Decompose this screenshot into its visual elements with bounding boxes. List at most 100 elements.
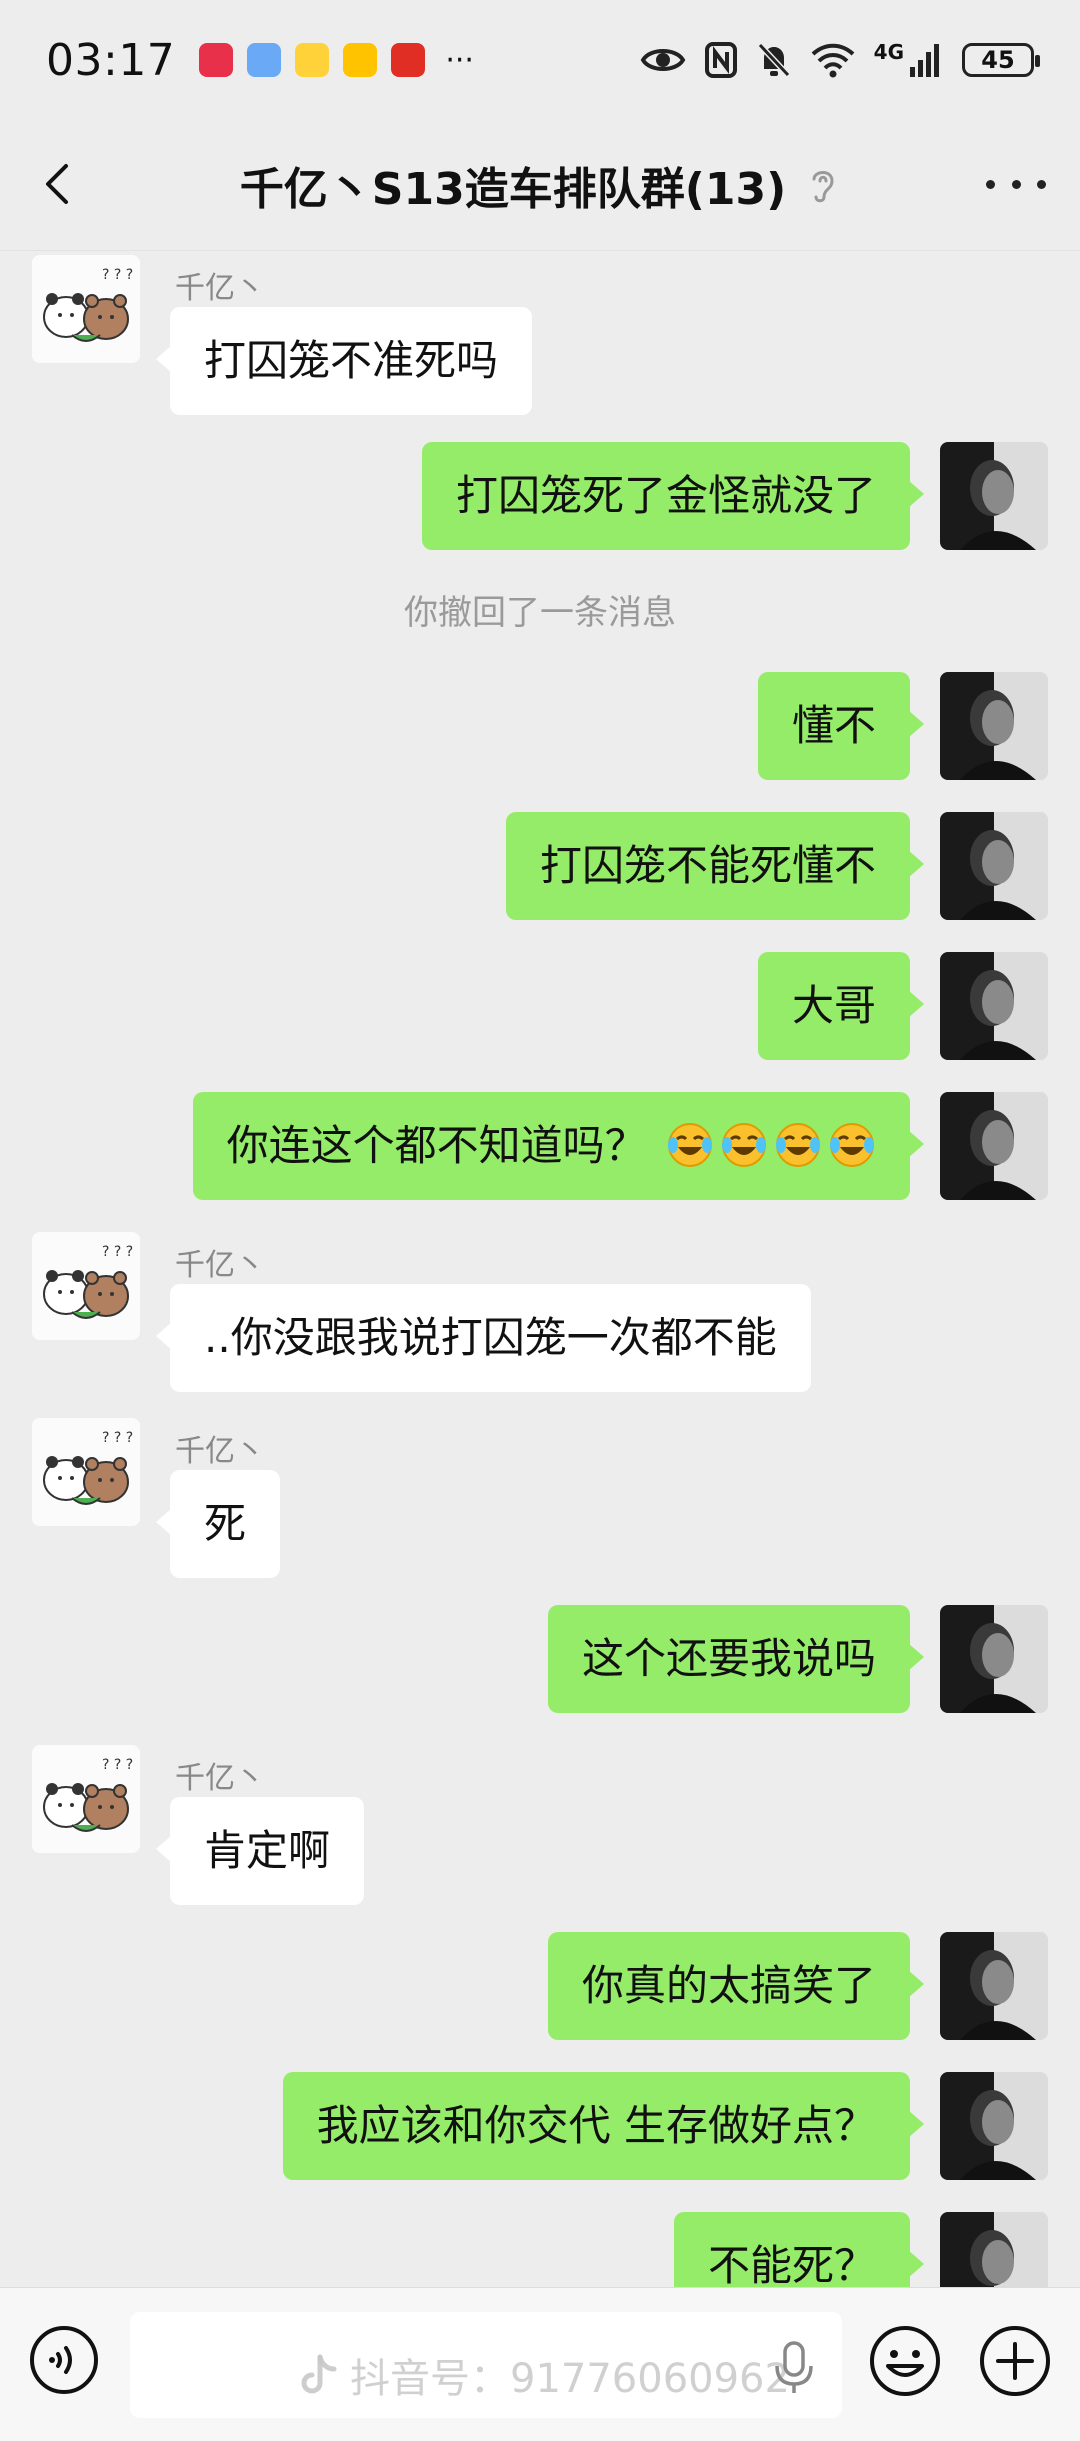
message-row: ? ? ? 千亿丶 打囚笼不准死吗 xyxy=(0,255,1080,425)
chat-header: 千亿丶S13造车排队群(13) xyxy=(0,120,1080,251)
sender-avatar[interactable]: ? ? ? xyxy=(32,1232,140,1340)
message-bubble-sent[interactable]: 你连这个都不知道吗？ xyxy=(192,1092,925,1200)
pinduoduo-icon xyxy=(391,43,426,77)
emoji-picker-icon[interactable] xyxy=(868,2324,942,2398)
ear-mode-icon xyxy=(812,171,834,203)
wifi-icon xyxy=(811,43,855,78)
bear-sticker-avatar-icon: ? ? ? xyxy=(32,1232,140,1340)
self-avatar[interactable] xyxy=(940,1605,1048,1713)
portrait-avatar-icon xyxy=(940,1092,1048,1200)
message-bubble-sent[interactable]: 打囚笼不能死懂不 xyxy=(505,812,925,920)
chat-title-wrapper: 千亿丶S13造车排队群(13) xyxy=(240,153,840,217)
sender-avatar[interactable]: ? ? ? xyxy=(32,1745,140,1853)
status-right: 4G 45 xyxy=(640,40,1040,79)
message-text: 打囚笼不能死懂不 xyxy=(539,841,876,890)
video-app-icon xyxy=(295,43,330,77)
face-with-tears-of-joy-icon xyxy=(668,1122,712,1167)
meituan-icon xyxy=(343,43,378,77)
message-bubble-sent[interactable]: 这个还要我说吗 xyxy=(547,1605,925,1713)
message-bubble-received[interactable]: 肯定啊 xyxy=(155,1797,365,1905)
self-avatar[interactable] xyxy=(940,442,1048,550)
message-text: 大哥 xyxy=(791,981,876,1030)
battery-indicator: 45 xyxy=(962,43,1040,77)
message-row: 你连这个都不知道吗？ xyxy=(0,1092,1080,1200)
portrait-avatar-icon xyxy=(940,1932,1048,2040)
message-row: 不能死？ xyxy=(0,2212,1080,2287)
message-row: ? ? ? 千亿丶 ..你没跟我说打囚笼一次都不能 xyxy=(0,1232,1080,1402)
svg-text:? ? ?: ? ? ? xyxy=(102,1244,133,1260)
bear-sticker-avatar-icon: ? ? ? xyxy=(32,255,140,363)
message-bubble-sent[interactable]: 打囚笼死了金怪就没了 xyxy=(421,442,925,550)
message-bubble-received[interactable]: 死 xyxy=(155,1470,281,1578)
dot xyxy=(1037,179,1046,189)
more-options-button[interactable] xyxy=(986,172,1046,196)
chat-title: 千亿丶S13造车排队群(13) xyxy=(239,164,787,215)
message-input[interactable] xyxy=(130,2312,842,2418)
back-arrow-icon[interactable] xyxy=(34,160,82,208)
nfc-icon xyxy=(704,42,737,78)
battery-level: 45 xyxy=(981,46,1015,74)
huawei-store-icon xyxy=(199,43,234,77)
sender-avatar[interactable]: ? ? ? xyxy=(32,1418,140,1526)
dot xyxy=(986,179,995,189)
sender-avatar[interactable]: ? ? ? xyxy=(32,255,140,363)
microphone-icon[interactable] xyxy=(770,2340,818,2396)
svg-text:? ? ?: ? ? ? xyxy=(102,267,133,283)
message-row: 打囚笼不能死懂不 xyxy=(0,812,1080,920)
message-text: 打囚笼不准死吗 xyxy=(204,336,499,385)
svg-text:? ? ?: ? ? ? xyxy=(102,1430,133,1446)
voice-input-toggle-icon[interactable] xyxy=(28,2324,100,2396)
message-row: ? ? ? 千亿丶 肯定啊 xyxy=(0,1745,1080,1915)
input-bar: 抖音号：91776060962 xyxy=(0,2287,1080,2441)
self-avatar[interactable] xyxy=(940,1932,1048,2040)
status-time: 03:17 xyxy=(46,34,176,86)
portrait-avatar-icon xyxy=(940,1605,1048,1713)
message-row: ? ? ? 千亿丶 死 xyxy=(0,1418,1080,1588)
portrait-avatar-icon xyxy=(940,442,1048,550)
message-text: 懂不 xyxy=(791,701,876,750)
more-notifications-icon: ··· xyxy=(445,42,474,78)
face-with-tears-of-joy-icon xyxy=(776,1122,820,1167)
self-avatar[interactable] xyxy=(940,2212,1048,2287)
more-functions-plus-icon[interactable] xyxy=(978,2324,1052,2398)
portrait-avatar-icon xyxy=(940,952,1048,1060)
message-row: 打囚笼死了金怪就没了 xyxy=(0,442,1080,550)
message-text: 打囚笼死了金怪就没了 xyxy=(455,471,876,520)
sender-name: 千亿丶 xyxy=(175,1761,265,1796)
browser-6-icon xyxy=(247,43,282,77)
message-bubble-sent[interactable]: 懂不 xyxy=(757,672,925,780)
self-avatar[interactable] xyxy=(940,812,1048,920)
bear-sticker-avatar-icon: ? ? ? xyxy=(32,1745,140,1853)
portrait-avatar-icon xyxy=(940,2072,1048,2180)
svg-text:? ? ?: ? ? ? xyxy=(102,1757,133,1773)
self-avatar[interactable] xyxy=(940,952,1048,1060)
message-bubble-sent[interactable]: 大哥 xyxy=(757,952,925,1060)
self-avatar[interactable] xyxy=(940,672,1048,780)
message-text: 你连这个都不知道吗？ xyxy=(226,1121,647,1170)
message-text: ..你没跟我说打囚笼一次都不能 xyxy=(204,1313,777,1362)
message-bubble-sent[interactable]: 你真的太搞笑了 xyxy=(547,1932,925,2040)
message-bubble-received[interactable]: ..你没跟我说打囚笼一次都不能 xyxy=(156,1284,811,1392)
message-bubble-sent[interactable]: 不能死？ xyxy=(673,2212,925,2287)
message-row: 我应该和你交代 生存做好点？ xyxy=(0,2072,1080,2180)
dot xyxy=(1011,179,1021,189)
status-bar: 03:17 ··· 4G 45 xyxy=(0,0,1080,120)
message-bubble-sent[interactable]: 我应该和你交代 生存做好点？ xyxy=(282,2072,925,2180)
face-with-tears-of-joy-icon xyxy=(830,1122,874,1167)
message-text: 这个还要我说吗 xyxy=(581,1634,876,1683)
eye-icon xyxy=(640,49,685,71)
message-row: 大哥 xyxy=(0,952,1080,1060)
message-text: 我应该和你交代 生存做好点？ xyxy=(316,2101,876,2150)
portrait-avatar-icon xyxy=(940,672,1048,780)
sender-name: 千亿丶 xyxy=(175,271,265,306)
self-avatar[interactable] xyxy=(940,2072,1048,2180)
message-text: 你真的太搞笑了 xyxy=(581,1961,876,2010)
message-row: 你真的太搞笑了 xyxy=(0,1932,1080,2040)
chat-message-list[interactable]: ? ? ? 千亿丶 打囚笼不准死吗 打囚笼死了金怪就没了 你撤回了一条消息 懂不 xyxy=(0,250,1080,2287)
portrait-avatar-icon xyxy=(940,812,1048,920)
message-row: 这个还要我说吗 xyxy=(0,1605,1080,1713)
status-left: 03:17 ··· xyxy=(46,35,474,86)
bear-sticker-avatar-icon: ? ? ? xyxy=(32,1418,140,1526)
self-avatar[interactable] xyxy=(940,1092,1048,1200)
message-bubble-received[interactable]: 打囚笼不准死吗 xyxy=(155,307,533,415)
